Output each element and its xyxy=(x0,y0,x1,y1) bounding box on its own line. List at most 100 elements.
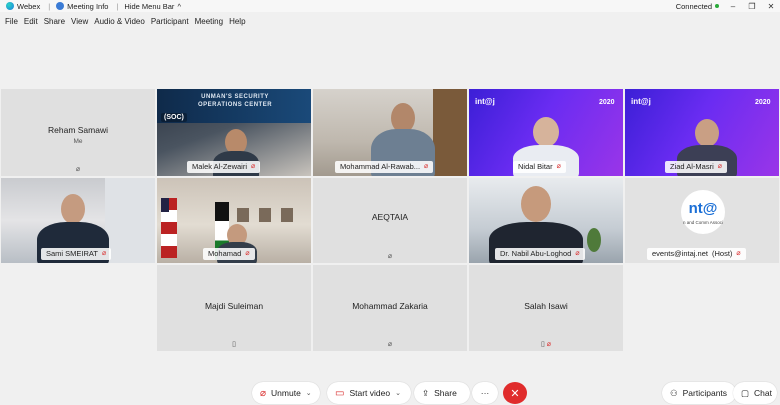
participant-name: Sami SMEIRAT xyxy=(46,249,98,258)
meeting-controls: ⌀ Unmute ⌄ ▭ Start video ⌄ ⇪ Share ··· ✕… xyxy=(0,381,780,405)
name-label: Dr. Nabil Abu-Loghod ⌀ xyxy=(495,248,585,260)
participant-name: Ziad Al-Masri xyxy=(670,162,714,171)
mic-muted-icon: ⌀ xyxy=(717,163,722,170)
host-role: (Host) xyxy=(711,249,733,258)
menu-audio-video[interactable]: Audio & Video xyxy=(94,17,145,26)
start-video-button[interactable]: ▭ Start video ⌄ xyxy=(327,382,411,404)
mic-muted-icon: ⌀ xyxy=(387,341,393,348)
chat-button[interactable]: ▢ Chat xyxy=(733,382,777,404)
mic-muted-icon: ⌀ xyxy=(424,163,429,170)
share-label: Share xyxy=(434,388,457,398)
info-icon xyxy=(56,2,65,10)
name-label: Ziad Al-Masri ⌀ xyxy=(665,161,727,173)
participant-name: Mohamad xyxy=(208,249,242,258)
tile-dr-nabil-abu-loghod[interactable]: Dr. Nabil Abu-Loghod ⌀ xyxy=(469,178,623,263)
participants-button[interactable]: ⚇ Participants xyxy=(662,382,736,404)
host-logo-text: nt@ xyxy=(688,200,718,217)
tile-aeqtaia[interactable]: AEQTAIA ⌀ xyxy=(313,178,467,263)
webex-logo-icon xyxy=(6,2,14,10)
leave-meeting-button[interactable]: ✕ xyxy=(503,382,527,404)
menu-participant[interactable]: Participant xyxy=(151,17,189,26)
menu-help[interactable]: Help xyxy=(229,17,245,26)
participants-label: Participants xyxy=(682,388,728,398)
app-title: Webex xyxy=(6,2,40,11)
mic-muted-icon: ⌀ xyxy=(251,163,256,170)
mic-muted-icon: ⌀ xyxy=(245,250,250,257)
connection-status-label: Connected xyxy=(675,1,712,11)
participant-name: Malek Al-Zewairi xyxy=(192,162,248,171)
tile-mohammad-al-rawabdeh[interactable]: Mohammad Al-Rawab... ⌀ xyxy=(313,89,467,176)
menu-edit[interactable]: Edit xyxy=(24,17,38,26)
tile-reham-samawi[interactable]: Reham Samawi Me ⌀ xyxy=(1,89,155,176)
participants-icon: ⚇ xyxy=(670,387,678,398)
tile-events-host[interactable]: nt@ n and Comm Associ events@intaj.net (… xyxy=(625,178,779,263)
tile-salah-isawi[interactable]: Salah Isawi ▯ ⌀ xyxy=(469,265,623,351)
menu-share[interactable]: Share xyxy=(44,17,65,26)
menu-bar: File Edit Share View Audio & Video Parti… xyxy=(0,13,247,29)
name-label: events@intaj.net (Host) ⌀ xyxy=(647,248,746,260)
participant-name: AEQTAIA xyxy=(371,212,409,222)
menu-file[interactable]: File xyxy=(5,17,18,26)
more-options-button[interactable]: ··· xyxy=(472,382,498,404)
menu-view[interactable]: View xyxy=(71,17,88,26)
meeting-info-button[interactable]: Meeting Info xyxy=(56,2,108,11)
participant-name: Reham Samawi xyxy=(48,125,108,135)
mic-muted-icon: ⌀ xyxy=(575,250,580,257)
participant-name: Mohammad Zakaria xyxy=(352,301,428,311)
name-label: Mohammad Al-Rawab... ⌀ xyxy=(335,161,434,173)
hide-menu-bar-button[interactable]: Hide Menu Bar ^ xyxy=(124,2,181,11)
chevron-down-icon[interactable]: ⌄ xyxy=(306,389,312,397)
share-icon: ⇪ xyxy=(422,387,430,398)
chevron-down-icon[interactable]: ⌄ xyxy=(395,389,401,397)
phone-icon: ▯ xyxy=(232,341,236,348)
meeting-info-label: Meeting Info xyxy=(67,1,109,11)
menu-meeting[interactable]: Meeting xyxy=(195,17,223,26)
tile-mohamad[interactable]: Mohamad ⌀ xyxy=(157,178,311,263)
connected-dot-icon xyxy=(715,4,719,8)
mic-muted-icon: ⌀ xyxy=(556,163,561,170)
name-label: Sami SMEIRAT ⌀ xyxy=(41,248,112,260)
participant-name: Dr. Nabil Abu-Loghod xyxy=(500,249,572,258)
app-name: Webex xyxy=(17,1,41,11)
participant-name: Majdi Suleiman xyxy=(204,301,264,311)
tile-nidal-bitar[interactable]: int@j 2020 Nidal Bitar ⌀ xyxy=(469,89,623,176)
tile-ziad-al-masri[interactable]: int@j 2020 Ziad Al-Masri ⌀ xyxy=(625,89,779,176)
unmute-button[interactable]: ⌀ Unmute ⌄ xyxy=(252,382,320,404)
tile-mohammad-zakaria[interactable]: Mohammad Zakaria ⌀ xyxy=(313,265,467,351)
participant-name: events@intaj.net xyxy=(652,249,708,258)
intaj-logo: int@j xyxy=(631,97,651,106)
mic-muted-icon: ⌀ xyxy=(75,166,81,173)
video-off-icon: ▭ xyxy=(335,387,345,399)
chat-icon: ▢ xyxy=(741,387,750,398)
name-label: Malek Al-Zewairi ⌀ xyxy=(187,161,261,173)
chevron-up-icon: ^ xyxy=(177,1,181,11)
participant-name: Salah Isawi xyxy=(524,301,568,311)
name-label: Nidal Bitar ⌀ xyxy=(513,161,566,173)
soc-tag: (SOC) xyxy=(161,113,187,122)
soc-line-2: OPERATIONS CENTER xyxy=(197,102,273,108)
intaj-logo: int@j xyxy=(475,97,495,106)
hide-menu-label: Hide Menu Bar xyxy=(124,1,175,11)
more-icon: ··· xyxy=(480,388,490,398)
title-bar: Webex | Meeting Info | Hide Menu Bar ^ C… xyxy=(0,0,780,12)
name-label: Mohamad ⌀ xyxy=(203,248,255,260)
status-icons: ▯ ⌀ xyxy=(469,340,623,348)
mic-muted-icon: ⌀ xyxy=(736,250,741,257)
tile-malek-al-zewairi[interactable]: UNMAN'S SECURITY OPERATIONS CENTER (SOC)… xyxy=(157,89,311,176)
title-separator: | xyxy=(48,1,51,11)
tile-majdi-suleiman[interactable]: Majdi Suleiman ▯ xyxy=(157,265,311,351)
intaj-year: 2020 xyxy=(599,99,615,106)
chat-label: Chat xyxy=(754,388,772,398)
close-window-button[interactable]: ✕ xyxy=(766,2,776,11)
intaj-year: 2020 xyxy=(755,99,771,106)
restore-button[interactable]: ❐ xyxy=(747,2,757,11)
tile-sami-smeirat[interactable]: Sami SMEIRAT ⌀ xyxy=(1,178,155,263)
share-button[interactable]: ⇪ Share xyxy=(414,382,470,404)
title-separator-2: | xyxy=(116,1,119,11)
mic-muted-icon: ⌀ xyxy=(101,250,107,257)
minimize-button[interactable]: – xyxy=(728,2,738,11)
participant-name: Nidal Bitar xyxy=(518,162,553,171)
close-icon: ✕ xyxy=(510,387,520,400)
mic-muted-icon: ⌀ xyxy=(260,387,267,399)
host-logo-sub: n and Comm Associ xyxy=(682,220,724,225)
